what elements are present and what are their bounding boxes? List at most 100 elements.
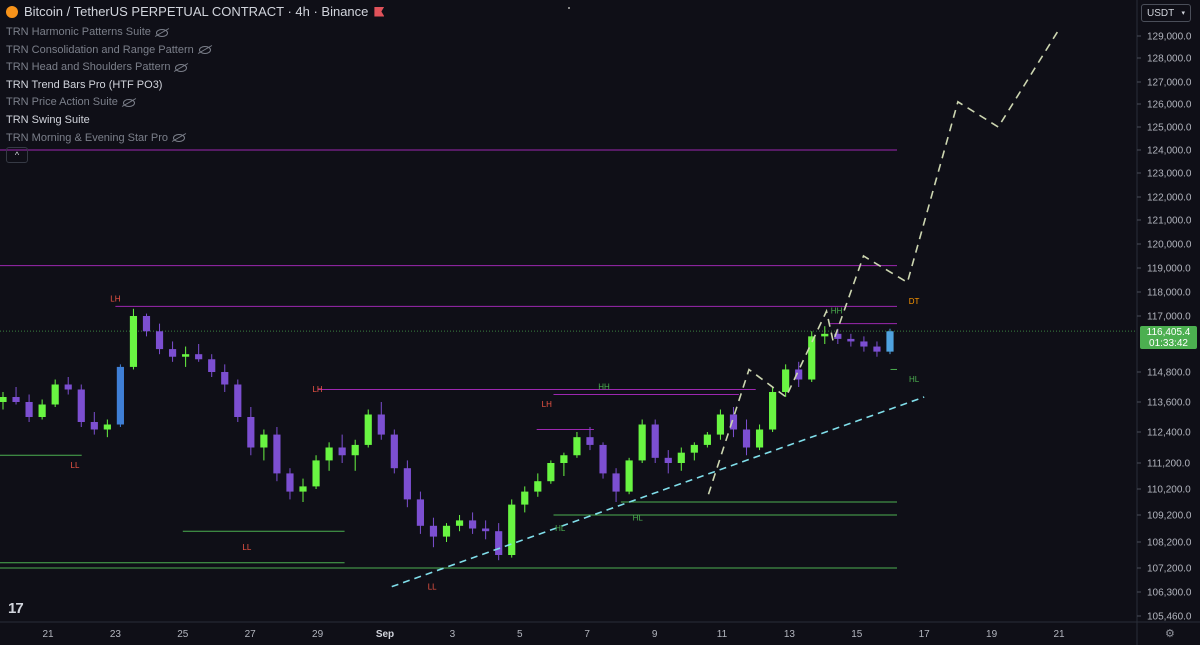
indicator-item[interactable]: TRN Morning & Evening Star Pro: [6, 130, 211, 148]
indicator-item[interactable]: TRN Price Action Suite: [6, 94, 211, 112]
current-price-tag: 116,405.4 01:33:42: [1140, 326, 1197, 349]
candle-body: [873, 346, 881, 352]
swing-label: LL: [71, 461, 80, 470]
candle-body: [325, 447, 333, 461]
candle-body: [586, 437, 594, 445]
gear-icon[interactable]: ⚙: [1165, 627, 1175, 640]
candle-body: [338, 447, 346, 456]
indicator-item[interactable]: TRN Trend Bars Pro (HTF PO3): [6, 77, 211, 95]
candle-body: [0, 397, 7, 402]
candle-body: [64, 384, 72, 390]
y-tick-label: 113,600.0: [1147, 398, 1191, 409]
indicator-item[interactable]: TRN Head and Shoulders Pattern: [6, 59, 211, 77]
candle-body: [377, 414, 385, 435]
y-tick-label: 110,200.0: [1147, 485, 1191, 496]
eye-hidden-icon[interactable]: [122, 99, 135, 108]
candle-body: [403, 468, 411, 500]
x-tick-label: 29: [312, 629, 324, 640]
x-tick-label: 23: [110, 629, 122, 640]
y-tick-label: 112,400.0: [1147, 428, 1191, 439]
candle-body: [416, 499, 424, 526]
x-tick-label: 7: [584, 629, 590, 640]
candle-body: [808, 336, 816, 380]
indicator-label: TRN Morning & Evening Star Pro: [6, 131, 169, 144]
candle-body: [312, 460, 320, 487]
candle-body: [664, 457, 672, 463]
indicator-item[interactable]: TRN Harmonic Patterns Suite: [6, 24, 211, 42]
candle-body: [103, 424, 111, 430]
candle-body: [755, 429, 764, 448]
eye-hidden-icon[interactable]: [198, 46, 211, 55]
y-tick-label: 126,000.0: [1147, 100, 1192, 111]
candle-body: [651, 424, 659, 458]
candle-body: [782, 369, 790, 392]
dot-marker: [568, 7, 570, 9]
x-tick-label: 13: [784, 629, 796, 640]
indicator-list: TRN Harmonic Patterns Suite TRN Consolida…: [6, 24, 211, 147]
candle-body: [38, 404, 46, 417]
y-tick-label: 128,000.0: [1147, 54, 1192, 65]
y-tick-label: 124,000.0: [1147, 146, 1192, 157]
indicator-label: TRN Trend Bars Pro (HTF PO3): [6, 78, 163, 91]
currency-label: USDT: [1147, 7, 1175, 19]
candle-body: [364, 414, 372, 445]
candle-body: [155, 331, 164, 350]
candle-body: [442, 525, 451, 537]
y-tick-label: 127,000.0: [1147, 78, 1192, 89]
candle-body: [351, 444, 359, 456]
y-tick-label: 129,000.0: [1147, 32, 1192, 43]
candle-body: [51, 384, 59, 405]
currency-selector[interactable]: USDT ▾: [1141, 4, 1191, 22]
symbol-header[interactable]: Bitcoin / TetherUS PERPETUAL CONTRACT · …: [6, 4, 385, 19]
candle-body: [469, 520, 477, 529]
candle-body: [273, 434, 281, 474]
swing-label: LL: [242, 543, 251, 552]
indicator-label: TRN Swing Suite: [6, 113, 90, 126]
x-tick-label: 15: [851, 629, 863, 640]
swing-label: LH: [110, 295, 120, 304]
x-tick-label: 9: [652, 629, 658, 640]
symbol-title: Bitcoin / TetherUS PERPETUAL CONTRACT · …: [24, 4, 369, 19]
candle-body: [142, 316, 151, 332]
eye-hidden-icon[interactable]: [155, 28, 168, 37]
eye-hidden-icon[interactable]: [173, 134, 186, 143]
y-tick-label: 107,200.0: [1147, 564, 1192, 575]
x-tick-label: 17: [919, 629, 931, 640]
swing-label: HL: [909, 375, 920, 384]
candle-body: [547, 463, 555, 482]
x-tick-label: 11: [717, 629, 728, 640]
candle-body: [221, 372, 229, 385]
candle-body: [168, 349, 177, 357]
y-tick-label: 114,800.0: [1147, 368, 1191, 379]
candle-body: [821, 333, 829, 337]
swing-label: LL: [428, 582, 437, 591]
current-price-value: 116,405.4: [1146, 327, 1191, 338]
candle-body: [495, 531, 503, 555]
candle-body: [599, 444, 607, 474]
tradingview-logo-icon[interactable]: 17: [8, 600, 24, 617]
candle-body: [677, 452, 685, 463]
candle-body: [886, 331, 894, 352]
candle-body: [560, 455, 568, 463]
y-tick-label: 119,000.0: [1147, 264, 1191, 275]
candle-body: [25, 402, 33, 417]
x-tick-label: 21: [1053, 629, 1065, 640]
candle-body: [703, 434, 711, 445]
y-tick-label: 123,000.0: [1147, 169, 1192, 180]
indicator-item[interactable]: TRN Swing Suite: [6, 112, 211, 130]
swing-label: DT: [909, 297, 920, 306]
eye-hidden-icon[interactable]: [175, 63, 188, 72]
candle-body: [390, 434, 398, 469]
candle-body: [612, 473, 620, 492]
candle-body: [299, 486, 307, 492]
indicator-label: TRN Harmonic Patterns Suite: [6, 26, 151, 38]
candle-body: [429, 525, 438, 537]
chevron-down-icon: ▾: [1181, 10, 1185, 17]
candle-body: [521, 491, 529, 505]
collapse-indicators-button[interactable]: ^: [6, 147, 28, 163]
y-tick-label: 121,000.0: [1147, 216, 1192, 227]
flag-icon[interactable]: [374, 6, 385, 17]
y-tick-label: 109,200.0: [1147, 511, 1192, 522]
indicator-item[interactable]: TRN Consolidation and Range Pattern: [6, 42, 211, 60]
candle-body: [625, 460, 633, 492]
